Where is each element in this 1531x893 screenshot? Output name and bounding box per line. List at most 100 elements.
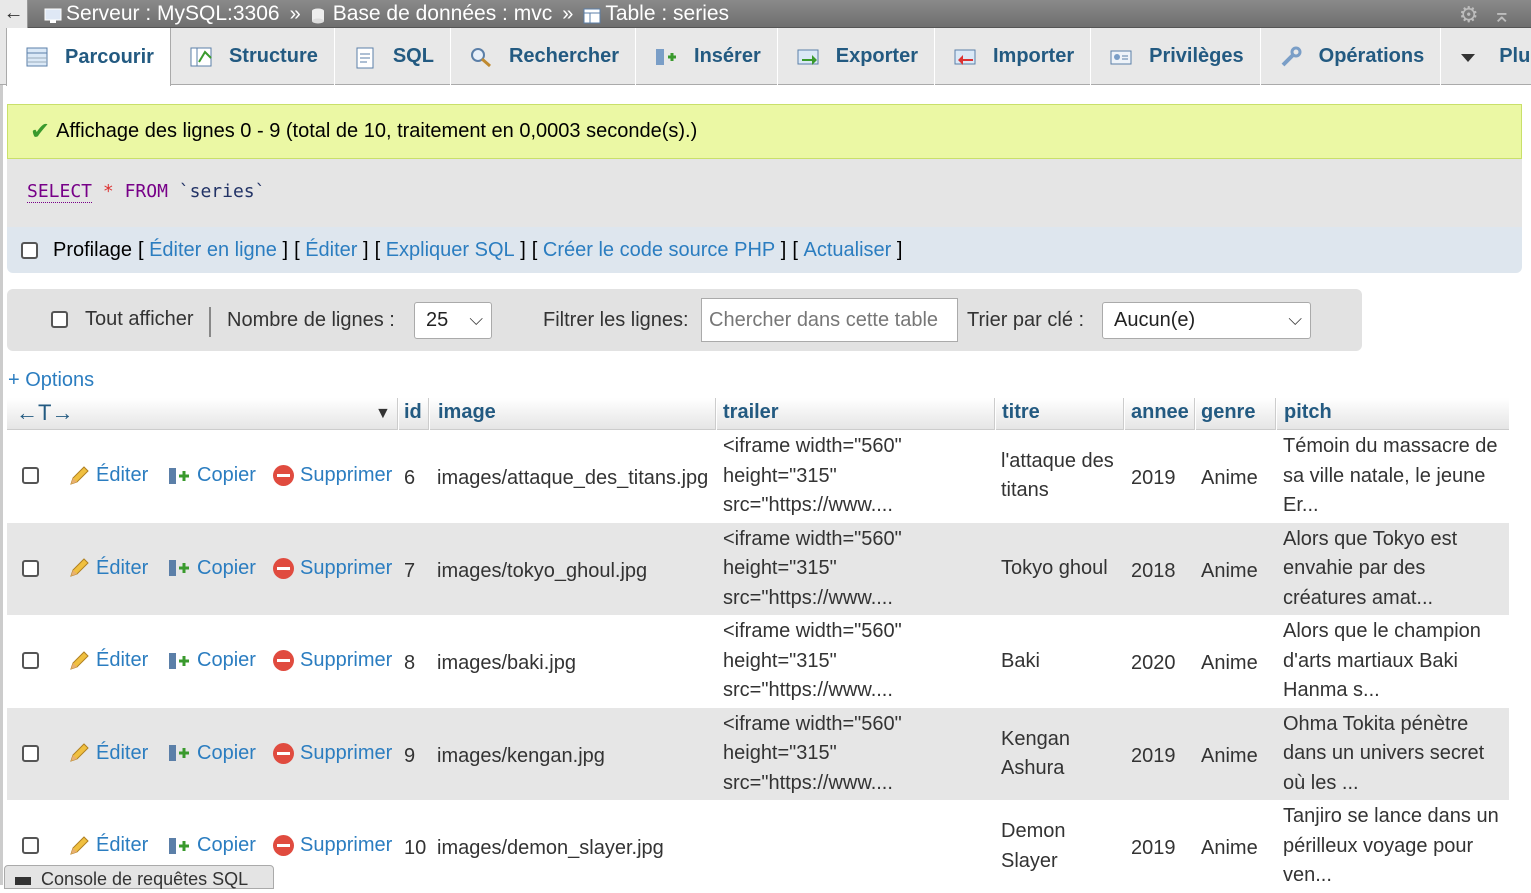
cell-genre: Anime <box>1201 744 1258 767</box>
more-icon <box>1459 46 1485 68</box>
left-divider <box>0 85 3 885</box>
back-arrow-icon[interactable]: ← <box>0 0 28 28</box>
pencil-icon <box>68 835 90 857</box>
delete-row-button[interactable]: Supprimer <box>273 834 392 857</box>
delete-row-button[interactable]: Supprimer <box>273 649 392 672</box>
tab-browse[interactable]: Parcourir <box>6 28 171 86</box>
collapse-top-icon[interactable]: ⌅ <box>1493 2 1511 28</box>
delete-icon <box>273 465 294 486</box>
server-icon <box>44 6 62 23</box>
copy-label: Copier <box>197 834 256 857</box>
breadcrumb: Serveur : MySQL:3306 » Base de données :… <box>44 0 729 28</box>
filter-rows-input[interactable]: Chercher dans cette table <box>701 298 958 342</box>
column-header-image[interactable]: image <box>438 401 496 424</box>
row-select-checkbox[interactable] <box>22 467 39 484</box>
table-row: Éditer Copier Supprimer 8 images/baki.jpg <if… <box>7 615 1509 709</box>
divider <box>209 307 211 337</box>
edit-row-button[interactable]: Éditer <box>68 834 148 857</box>
sort-dropdown-icon[interactable]: ▼ <box>375 405 391 423</box>
tab-import[interactable]: Importer <box>935 28 1092 85</box>
chevron-down-icon: ⌵ <box>1288 309 1302 329</box>
row-select-checkbox[interactable] <box>22 559 39 577</box>
rows-count-select[interactable]: 25 ⌵ <box>414 302 492 339</box>
copy-row-button[interactable]: Copier <box>167 464 256 487</box>
sql-query[interactable]: SELECT * FROM `series` <box>27 181 265 203</box>
cell-annee: 2019 <box>1131 467 1176 489</box>
copy-icon <box>167 465 191 487</box>
tab-more[interactable]: Plus <box>1441 28 1531 85</box>
column-header-annee[interactable]: annee <box>1131 401 1189 424</box>
copy-icon <box>167 650 191 672</box>
edit-row-button[interactable]: Éditer <box>68 742 148 765</box>
cell-image: images/kengan.jpg <box>437 744 605 767</box>
copy-row-button[interactable]: Copier <box>167 649 256 672</box>
table-icon <box>583 6 601 24</box>
breadcrumb-separator: » <box>289 2 301 25</box>
breadcrumb-server[interactable]: Serveur : MySQL:3306 <box>44 2 280 26</box>
copy-row-button[interactable]: Copier <box>167 742 256 765</box>
cell-line: l'attaque des <box>1001 449 1114 472</box>
show-all-checkbox[interactable] <box>51 311 68 328</box>
cell-id: 6 <box>404 467 416 489</box>
edit-link[interactable]: Éditer <box>305 239 357 261</box>
inline-edit-link[interactable]: Éditer en ligne <box>149 239 277 261</box>
sort-by-key-select[interactable]: Aucun(e) ⌵ <box>1102 302 1311 339</box>
edit-label: Éditer <box>96 741 149 764</box>
sql-console-toggle[interactable]: Console de requêtes SQL <box>4 865 274 889</box>
column-header-trailer[interactable]: trailer <box>723 401 779 424</box>
cell-line: Ashura <box>1001 757 1065 780</box>
tab-operations[interactable]: Opérations <box>1261 28 1442 85</box>
delete-row-button[interactable]: Supprimer <box>273 464 392 487</box>
tab-export[interactable]: Exporter <box>778 28 935 85</box>
tab-insert[interactable]: Insérer <box>636 28 778 85</box>
tab-label: Exporter <box>835 45 918 67</box>
explain-sql-link[interactable]: Expliquer SQL <box>386 239 515 261</box>
copy-row-button[interactable]: Copier <box>167 834 256 857</box>
refresh-link[interactable]: Actualiser <box>803 239 891 261</box>
breadcrumb-database[interactable]: Base de données : mvc <box>311 2 552 26</box>
cell-line: Alors que Tokyo est <box>1283 527 1458 550</box>
cell-line: Témoin du massacre de <box>1283 435 1498 458</box>
settings-gear-icon[interactable]: ⚙ <box>1459 2 1479 28</box>
table-row: Éditer Copier Supprimer 6 images/attaque_des… <box>7 430 1509 523</box>
cell-titre: l'attaque des titans <box>1001 447 1123 506</box>
column-resize-arrows-icon[interactable]: ←T→ <box>16 400 73 426</box>
table-row: Éditer Copier Supprimer 7 images/tokyo_ghoul… <box>7 522 1509 616</box>
cell-line: <iframe width="560" <box>723 712 902 735</box>
cell-line: Tanjiro se lance dans un <box>1283 805 1499 828</box>
column-header-pitch[interactable]: pitch <box>1284 401 1332 424</box>
copy-row-button[interactable]: Copier <box>167 557 256 580</box>
column-header-id[interactable]: id <box>404 401 422 424</box>
edit-row-button[interactable]: Éditer <box>68 464 148 487</box>
cell-line: d'arts martiaux Baki <box>1283 649 1458 672</box>
cell-line: Er... <box>1283 494 1319 517</box>
row-select-checkbox[interactable] <box>22 652 39 670</box>
column-header-titre[interactable]: titre <box>1002 401 1040 424</box>
edit-row-button[interactable]: Éditer <box>68 557 148 580</box>
tab-label: SQL <box>392 45 434 67</box>
sql-icon <box>353 46 379 68</box>
delete-row-button[interactable]: Supprimer <box>273 742 392 765</box>
profiling-checkbox[interactable] <box>21 241 38 259</box>
row-select-checkbox[interactable] <box>22 744 39 762</box>
tab-search[interactable]: Rechercher <box>451 28 637 85</box>
column-header-genre[interactable]: genre <box>1201 401 1255 424</box>
row-select-checkbox[interactable] <box>22 837 39 855</box>
cell-line: sa ville natale, le jeune <box>1283 464 1486 487</box>
structure-icon <box>189 46 215 68</box>
delete-row-button[interactable]: Supprimer <box>273 557 392 580</box>
show-all-label: Tout afficher <box>85 308 194 330</box>
chevron-down-icon: ⌵ <box>469 309 483 329</box>
edit-row-button[interactable]: Éditer <box>68 649 148 672</box>
cell-trailer: <iframe width="560" height="315" src="http… <box>723 432 993 521</box>
tab-sql[interactable]: SQL <box>335 28 451 85</box>
options-link[interactable]: + Options <box>8 369 94 392</box>
create-php-link[interactable]: Créer le code source PHP <box>543 239 775 261</box>
tab-structure[interactable]: Structure <box>171 28 335 85</box>
cell-line: Slayer <box>1001 849 1058 872</box>
operations-icon <box>1279 46 1305 68</box>
tab-privileges[interactable]: Privilèges <box>1091 28 1261 85</box>
breadcrumb-table[interactable]: Table : series <box>583 2 729 26</box>
cell-titre: Kengan Ashura <box>1001 725 1123 784</box>
cell-line: <iframe width="560" <box>723 620 902 643</box>
